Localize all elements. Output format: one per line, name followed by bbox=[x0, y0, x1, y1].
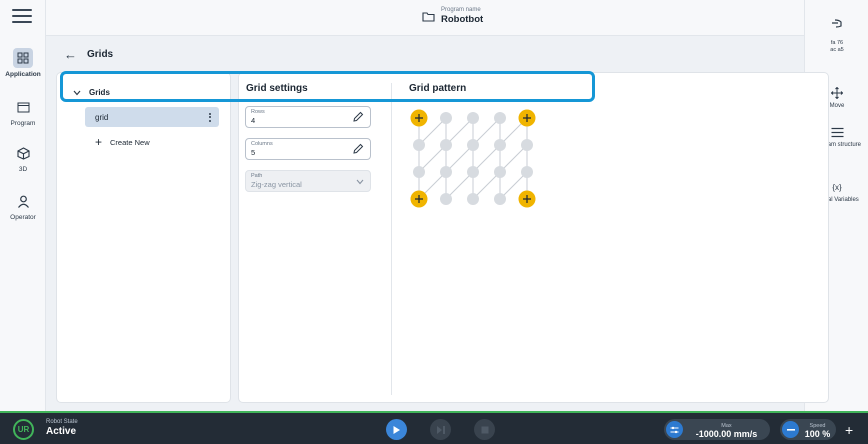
tree-header-label: Grids bbox=[89, 88, 110, 97]
robot-state-caption: Robot State bbox=[46, 419, 78, 425]
nav-item-program[interactable]: Program bbox=[0, 97, 46, 127]
grid-pattern-visual bbox=[410, 109, 536, 208]
hamburger-menu-icon[interactable] bbox=[12, 9, 32, 23]
play-icon bbox=[393, 425, 400, 434]
program-name-caption: Program name bbox=[441, 7, 481, 13]
tree-item-grid[interactable]: grid bbox=[85, 107, 219, 127]
pencil-icon[interactable] bbox=[352, 111, 364, 123]
more-options-icon[interactable] bbox=[209, 112, 211, 122]
ur-logo: UR bbox=[13, 419, 34, 440]
grid-point bbox=[494, 193, 506, 205]
program-name: Robotbot bbox=[441, 14, 484, 25]
tree-header[interactable]: Grids bbox=[73, 88, 110, 97]
stop-button[interactable] bbox=[474, 419, 495, 440]
grid-pattern-title: Grid pattern bbox=[409, 83, 467, 94]
grid-point bbox=[413, 139, 425, 151]
left-nav-rail: Application Program 3D Operator bbox=[0, 0, 46, 412]
nav-label-application: Application bbox=[5, 71, 41, 78]
page-title: Grids bbox=[87, 49, 114, 60]
path-label: Path bbox=[251, 173, 263, 179]
robot-state-value: Active bbox=[46, 426, 77, 437]
nav-item-application[interactable]: Application bbox=[0, 48, 46, 78]
create-new-label: Create New bbox=[110, 137, 150, 147]
right-label-move: Move bbox=[829, 103, 845, 109]
path-value: Zig-zag vertical bbox=[251, 180, 302, 189]
max-value: -1000.00 mm/s bbox=[695, 428, 758, 439]
grid-point bbox=[521, 139, 533, 151]
grid-point bbox=[494, 139, 506, 151]
grid-point bbox=[440, 139, 452, 151]
variables-icon: {x} bbox=[832, 182, 842, 192]
grid-settings-title: Grid settings bbox=[246, 83, 308, 94]
column-divider bbox=[391, 83, 392, 395]
hand-pointer-icon[interactable] bbox=[805, 17, 868, 29]
grid-point bbox=[440, 193, 452, 205]
grid-point bbox=[467, 139, 479, 151]
grid-point bbox=[467, 112, 479, 124]
grid-corner-point[interactable] bbox=[410, 190, 428, 208]
tree-item-label: grid bbox=[95, 112, 109, 122]
tree-panel: Grids grid + Create New bbox=[56, 72, 231, 403]
move-arrows-icon bbox=[831, 85, 843, 101]
step-button[interactable] bbox=[430, 419, 451, 440]
grid-point bbox=[494, 112, 506, 124]
grid-point bbox=[494, 166, 506, 178]
plus-icon: + bbox=[95, 135, 103, 149]
robot-id-text: fa 76 ac a5 bbox=[830, 40, 844, 53]
program-name-display[interactable]: Program name Robotbot bbox=[422, 7, 483, 25]
rows-value: 4 bbox=[251, 116, 256, 125]
max-speed-control[interactable]: Max -1000.00 mm/s bbox=[664, 419, 770, 440]
top-bar: Program name Robotbot bbox=[46, 0, 804, 36]
cube-icon bbox=[13, 143, 33, 163]
grid-point bbox=[440, 112, 452, 124]
rows-field[interactable]: Rows 4 bbox=[245, 106, 371, 128]
nav-label-program: Program bbox=[10, 120, 36, 127]
step-icon bbox=[436, 425, 445, 434]
nav-label-operator: Operator bbox=[10, 214, 36, 221]
grid-corner-point[interactable] bbox=[410, 109, 428, 127]
plus-icon[interactable]: + bbox=[845, 423, 853, 437]
columns-field[interactable]: Columns 5 bbox=[245, 138, 371, 160]
speed-value: 100 % bbox=[804, 428, 831, 439]
rows-label: Rows bbox=[251, 109, 265, 115]
chevron-down-icon bbox=[73, 90, 81, 95]
columns-value: 5 bbox=[251, 148, 256, 157]
grid-point bbox=[521, 166, 533, 178]
robot-state: Robot State Active bbox=[46, 419, 78, 438]
grid-corner-point[interactable] bbox=[518, 190, 536, 208]
person-icon bbox=[13, 191, 33, 211]
grid-point bbox=[440, 166, 452, 178]
stop-icon bbox=[481, 426, 488, 433]
bottom-status-bar: UR Robot State Active Max -1000.00 mm/s … bbox=[0, 411, 868, 444]
grid-point bbox=[413, 166, 425, 178]
path-select[interactable]: Path Zig-zag vertical bbox=[245, 170, 371, 192]
grid-point bbox=[467, 193, 479, 205]
speed-control[interactable]: Speed 100 % bbox=[780, 419, 836, 440]
back-arrow-icon[interactable]: ← bbox=[64, 47, 77, 62]
nav-label-3d: 3D bbox=[18, 166, 28, 173]
columns-label: Columns bbox=[251, 141, 273, 147]
main-panel: Grid settings Grid pattern Rows 4 Column… bbox=[238, 72, 829, 403]
folder-icon bbox=[422, 11, 435, 22]
sliders-icon bbox=[666, 421, 683, 438]
grid-point bbox=[467, 166, 479, 178]
play-button[interactable] bbox=[386, 419, 407, 440]
list-icon bbox=[831, 124, 844, 140]
grid-corner-point[interactable] bbox=[518, 109, 536, 127]
create-new-button[interactable]: + Create New bbox=[95, 135, 150, 149]
page-header: ← Grids bbox=[64, 47, 113, 62]
grid-apps-icon bbox=[13, 48, 33, 68]
pencil-icon[interactable] bbox=[352, 143, 364, 155]
chevron-down-icon bbox=[356, 179, 364, 185]
minus-icon[interactable] bbox=[782, 421, 799, 438]
nav-item-operator[interactable]: Operator bbox=[0, 191, 46, 221]
program-window-icon bbox=[13, 97, 33, 117]
nav-item-3d[interactable]: 3D bbox=[0, 143, 46, 173]
